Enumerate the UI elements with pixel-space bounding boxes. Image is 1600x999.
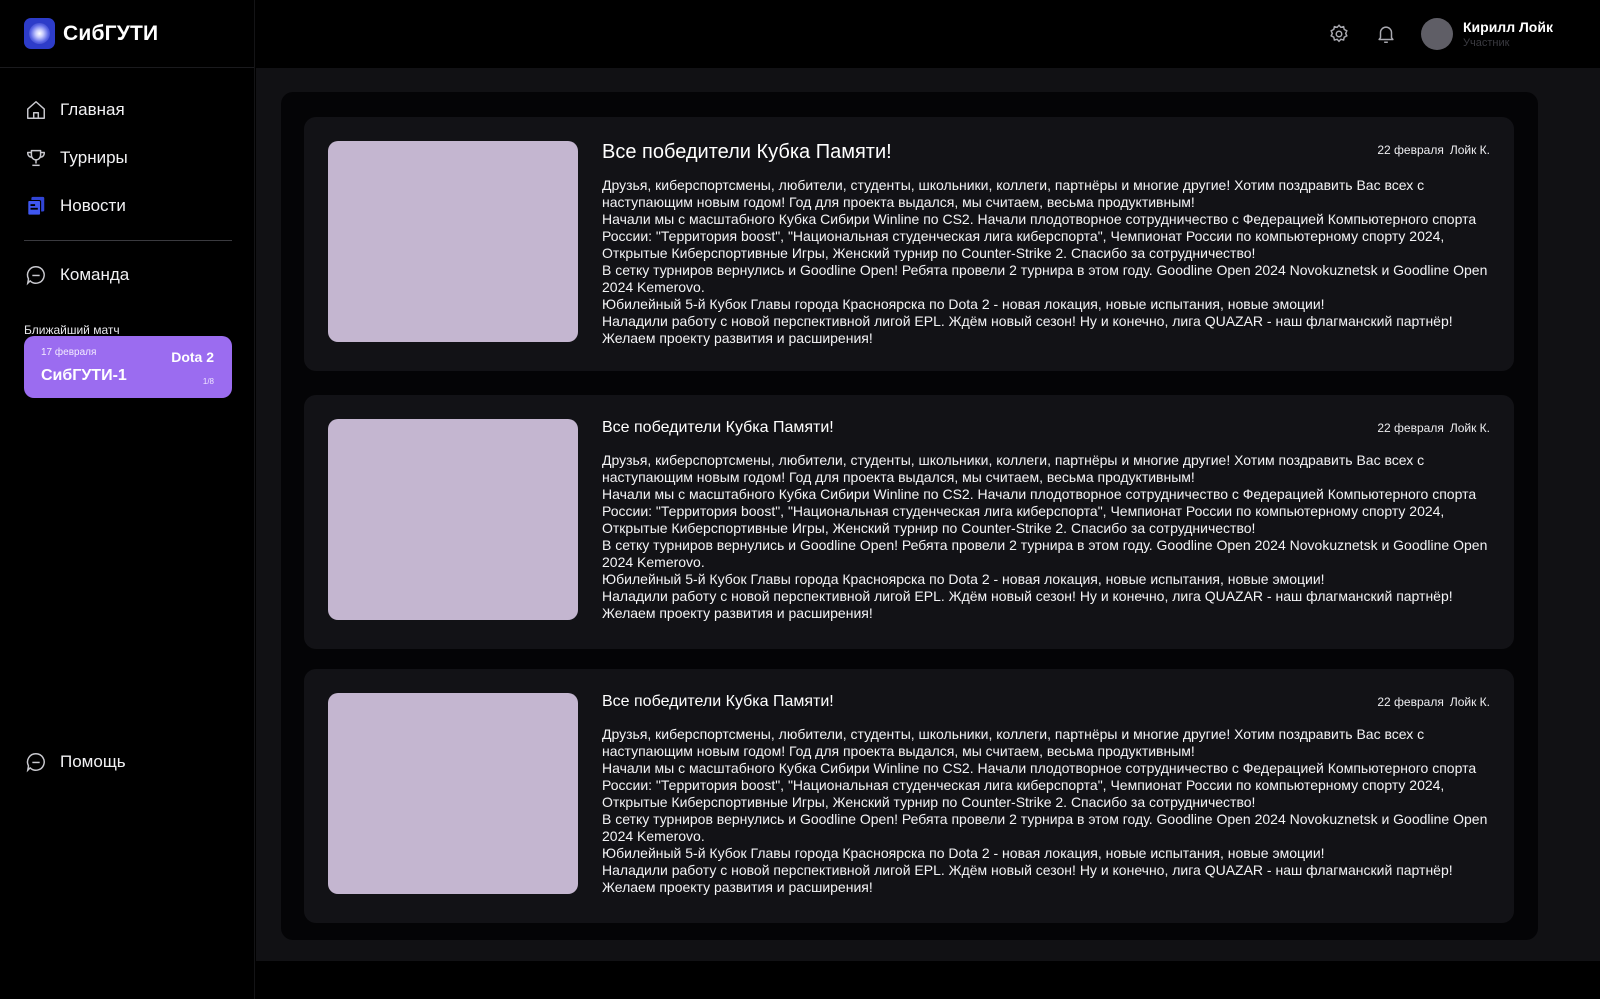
news-body: Друзья, киберспортсмены, любители, студе… (602, 452, 1492, 622)
news-paragraph: Наладили работу с новой перспективной ли… (602, 313, 1453, 329)
news-paragraph: Друзья, киберспортсмены, любители, студе… (602, 177, 1425, 210)
news-meta: 22 февраля Лойк К. (1377, 143, 1490, 157)
news-title[interactable]: Все победители Кубка Памяти! (602, 419, 834, 437)
news-author: Лойк К. (1449, 421, 1490, 435)
sidebar-item-label: Главная (60, 100, 125, 119)
news-paragraph: Наладили работу с новой перспективной ли… (602, 588, 1453, 604)
news-paragraph: Юбилейный 5-й Кубок Главы города Красноя… (602, 296, 1325, 312)
news-paragraph: В сетку турниров вернулись и Goodline Op… (602, 537, 1488, 570)
news-body: Друзья, киберспортсмены, любители, студе… (602, 177, 1492, 347)
news-paragraph: Желаем проекту развития и расширения! (602, 605, 873, 621)
sidebar-item-label: Команда (60, 265, 130, 284)
news-paragraph: Начали мы с масштабного Кубка Сибири Win… (602, 486, 1477, 536)
user-role: Участник (1463, 37, 1510, 49)
bell-icon[interactable] (1374, 22, 1398, 46)
sidebar-item-label: Новости (60, 196, 126, 215)
next-match-card[interactable]: 17 февраля Dota 2 СибГУТИ-1 1/8 (24, 336, 232, 398)
news-paragraph: Юбилейный 5-й Кубок Главы города Красноя… (602, 571, 1325, 587)
news-title[interactable]: Все победители Кубка Памяти! (602, 693, 834, 711)
news-meta: 22 февраля Лойк К. (1377, 421, 1490, 435)
home-icon (24, 98, 48, 122)
user-name[interactable]: Кирилл Лойк (1463, 19, 1553, 35)
news-thumbnail[interactable] (328, 141, 578, 342)
sidebar-item-label: Турниры (60, 148, 128, 167)
news-card[interactable]: Все победители Кубка Памяти! 22 февраля Л… (304, 669, 1514, 923)
sidebar-item-team[interactable]: Команда (0, 251, 254, 299)
news-paragraph: Желаем проекту развития и расширения! (602, 879, 873, 895)
logo-icon (24, 18, 55, 49)
news-card[interactable]: Все победители Кубка Памяти! 22 февраля Л… (304, 395, 1514, 649)
sidebar-item-home[interactable]: Главная (0, 86, 254, 134)
news-paragraph: Начали мы с масштабного Кубка Сибири Win… (602, 211, 1477, 261)
sidebar-nav: Главная Турниры Новости Команда (0, 68, 254, 299)
sidebar-item-help[interactable]: Помощь (0, 738, 255, 786)
news-date: 22 февраля (1377, 421, 1444, 435)
match-team: СибГУТИ-1 (41, 367, 127, 384)
sidebar-item-tournaments[interactable]: Турниры (0, 134, 254, 182)
match-game: Dota 2 (171, 349, 214, 365)
news-paragraph: Начали мы с масштабного Кубка Сибири Win… (602, 760, 1477, 810)
next-match-heading: Ближайший матч (24, 323, 120, 337)
match-round: 1/8 (202, 377, 214, 386)
news-author: Лойк К. (1449, 695, 1490, 709)
news-paragraph: Юбилейный 5-й Кубок Главы города Красноя… (602, 845, 1325, 861)
logo[interactable]: СибГУТИ (0, 0, 254, 68)
news-date: 22 февраля (1377, 695, 1444, 709)
news-title[interactable]: Все победители Кубка Памяти! (602, 141, 892, 164)
app-title: СибГУТИ (63, 21, 159, 45)
match-date: 17 февраля (41, 347, 97, 358)
avatar[interactable] (1421, 18, 1453, 50)
sidebar-divider (24, 240, 232, 241)
chat-icon (24, 750, 48, 774)
sidebar-item-news[interactable]: Новости (0, 182, 254, 230)
help-section: Помощь (0, 738, 255, 786)
news-author: Лойк К. (1449, 143, 1490, 157)
gear-icon[interactable] (1327, 22, 1351, 46)
news-icon (24, 194, 48, 218)
trophy-icon (24, 146, 48, 170)
news-paragraph: В сетку турниров вернулись и Goodline Op… (602, 811, 1488, 844)
sidebar: СибГУТИ Главная Турниры Новости Команда … (0, 0, 255, 999)
top-header (256, 0, 1600, 68)
news-paragraph: Друзья, киберспортсмены, любители, студе… (602, 726, 1425, 759)
news-paragraph: В сетку турниров вернулись и Goodline Op… (602, 262, 1488, 295)
news-paragraph: Друзья, киберспортсмены, любители, студе… (602, 452, 1425, 485)
news-meta: 22 февраля Лойк К. (1377, 695, 1490, 709)
sidebar-item-label: Помощь (60, 752, 126, 771)
news-paragraph: Наладили работу с новой перспективной ли… (602, 862, 1453, 878)
chat-icon (24, 263, 48, 287)
news-card[interactable]: Все победители Кубка Памяти! 22 февраля Л… (304, 117, 1514, 371)
news-thumbnail[interactable] (328, 693, 578, 894)
news-paragraph: Желаем проекту развития и расширения! (602, 330, 873, 346)
news-body: Друзья, киберспортсмены, любители, студе… (602, 726, 1492, 896)
news-thumbnail[interactable] (328, 419, 578, 620)
news-date: 22 февраля (1377, 143, 1444, 157)
app-root: СибГУТИ Главная Турниры Новости Команда … (0, 0, 1600, 999)
